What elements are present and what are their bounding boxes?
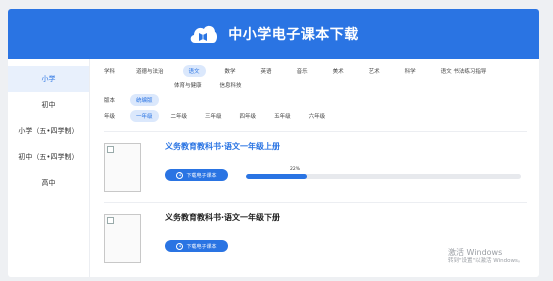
edition-chip-tongbian[interactable]: 统编版 <box>130 94 159 106</box>
sidebar-item-label: 高中 <box>41 179 56 187</box>
subject-chip-it[interactable]: 信息科技 <box>214 79 248 91</box>
sidebar-item-junior[interactable]: 初中 <box>8 92 89 118</box>
progress-track <box>246 174 521 179</box>
subject-chip-science[interactable]: 科学 <box>399 65 422 77</box>
windows-activation-watermark: 激活 Windows 转到"设置"以激活 Windows。 <box>448 248 523 265</box>
book-cover-image[interactable] <box>104 214 141 263</box>
download-icon: ↓ <box>176 171 184 179</box>
grade-chip-3[interactable]: 三年级 <box>199 110 228 122</box>
sidebar-item-label: 小学（五•四学制） <box>18 127 79 135</box>
sidebar-item-primary-54[interactable]: 小学（五•四学制） <box>8 118 89 144</box>
sidebar-item-junior-54[interactable]: 初中（五•四学制） <box>8 144 89 170</box>
edition-filter-row: 版本 统编版 <box>104 94 539 106</box>
download-button[interactable]: ↓ 下载电子课本 <box>165 169 228 181</box>
header: 中小学电子课本下载 <box>8 9 539 59</box>
edition-filter-label: 版本 <box>104 98 116 104</box>
subject-chip-morality[interactable]: 道德与法治 <box>130 65 170 77</box>
watermark-subtitle: 转到"设置"以激活 Windows。 <box>448 258 524 264</box>
site-title: 中小学电子课本下载 <box>228 27 359 43</box>
subject-chip-music[interactable]: 音乐 <box>291 65 314 77</box>
download-button[interactable]: ↓ 下载电子课本 <box>165 240 228 252</box>
subject-chip-math[interactable]: 数学 <box>219 65 242 77</box>
watermark-title: 激活 Windows <box>448 248 503 257</box>
book-title[interactable]: 义务教育教科书·语文一年级下册 <box>165 212 539 223</box>
sidebar-item-label: 初中（五•四学制） <box>18 153 79 161</box>
grade-chip-1[interactable]: 一年级 <box>130 110 159 122</box>
progress-percent: 22% <box>290 167 301 172</box>
sidebar: 小学 初中 小学（五•四学制） 初中（五•四学制） 高中 <box>8 59 90 277</box>
sidebar-item-label: 初中 <box>41 101 56 109</box>
subject-filter-row: 学科 道德与法治 语文 数学 英语 音乐 美术 艺术 科学 语文 书法练习指导 <box>104 65 539 77</box>
download-label: 下载电子课本 <box>186 172 217 179</box>
divider <box>104 131 527 132</box>
grade-chip-5[interactable]: 五年级 <box>268 110 297 122</box>
cloud-book-logo-icon <box>190 25 218 43</box>
grade-chip-6[interactable]: 六年级 <box>303 110 332 122</box>
grade-chip-2[interactable]: 二年级 <box>165 110 194 122</box>
subject-filter-label: 学科 <box>104 69 116 75</box>
sidebar-item-senior[interactable]: 高中 <box>8 170 89 196</box>
subject-chip-chinese[interactable]: 语文 <box>182 65 206 77</box>
sidebar-item-label: 小学 <box>41 75 56 83</box>
subject-filter-row-2: 体育与健康 信息科技 <box>104 79 539 91</box>
progress-fill <box>246 174 307 179</box>
main-content: 学科 道德与法治 语文 数学 英语 音乐 美术 艺术 科学 语文 书法练习指导 … <box>90 59 539 277</box>
book-title[interactable]: 义务教育教科书·语文一年级上册 <box>165 141 539 152</box>
sidebar-item-primary[interactable]: 小学 <box>8 66 89 92</box>
grade-chip-4[interactable]: 四年级 <box>234 110 263 122</box>
book-item: 义务教育教科书·语文一年级上册 ↓ 下载电子课本 22% <box>104 137 539 197</box>
book-cover-image[interactable] <box>104 143 141 192</box>
subject-chip-calligraphy[interactable]: 语文 书法练习指导 <box>435 65 493 77</box>
subject-chip-art[interactable]: 艺术 <box>363 65 386 77</box>
subject-chip-fine-arts[interactable]: 美术 <box>327 65 350 77</box>
subject-chip-english[interactable]: 英语 <box>255 65 278 77</box>
subject-chip-pe[interactable]: 体育与健康 <box>168 79 208 91</box>
download-label: 下载电子课本 <box>186 243 217 250</box>
divider <box>104 202 527 203</box>
download-icon: ↓ <box>176 242 184 250</box>
grade-filter-label: 年级 <box>104 114 116 120</box>
app-window: 中小学电子课本下载 小学 初中 小学（五•四学制） 初中（五•四学制） 高中 学… <box>8 9 539 277</box>
grade-filter-row: 年级 一年级 二年级 三年级 四年级 五年级 六年级 <box>104 110 539 122</box>
download-progress: 22% <box>246 167 521 179</box>
